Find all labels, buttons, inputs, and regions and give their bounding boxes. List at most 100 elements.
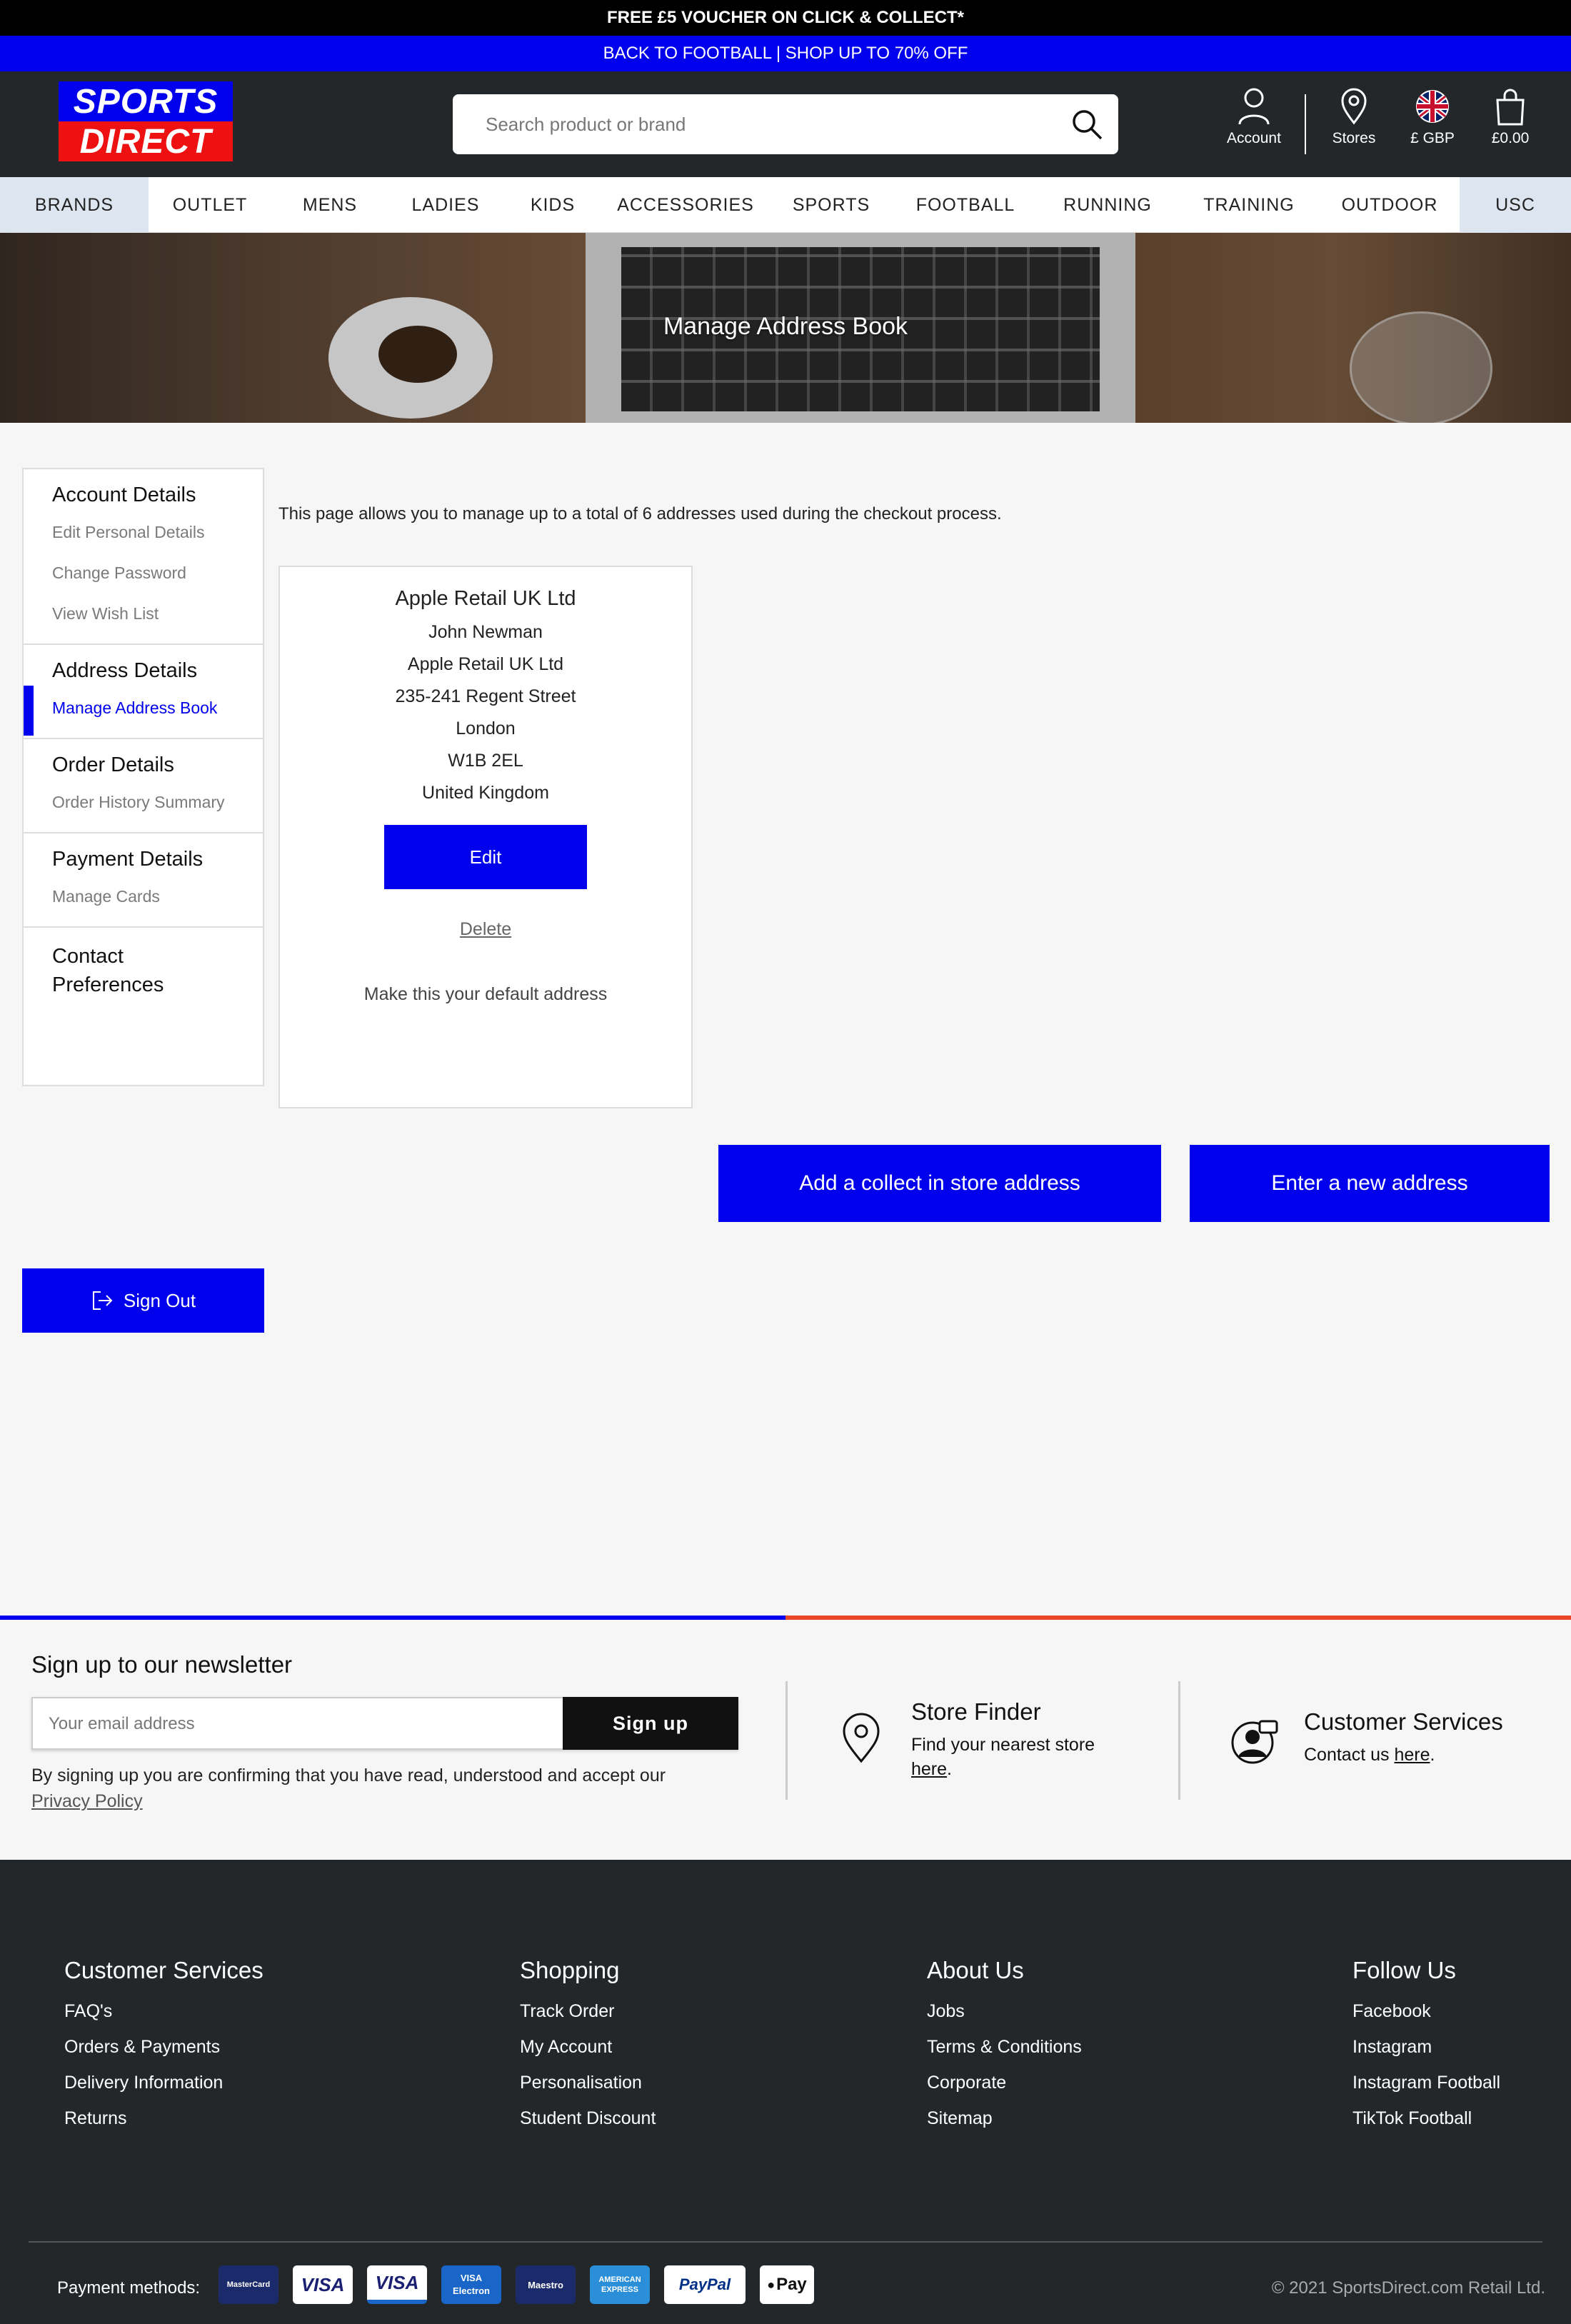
nav-kids[interactable]: KIDS [503, 177, 603, 233]
footer-link[interactable]: Facebook [1352, 2001, 1500, 2022]
visa-icon: VISA [293, 2265, 353, 2304]
card-label: VISA Electron [452, 2273, 490, 2296]
card-label: VISA [301, 2273, 345, 2295]
nav-ladies[interactable]: LADIES [388, 177, 503, 233]
footer-link[interactable]: Instagram [1352, 2037, 1500, 2058]
main-navigation: BRANDS OUTLET MENS LADIES KIDS ACCESSORI… [0, 177, 1571, 233]
search-icon[interactable] [1070, 107, 1104, 141]
currency-button[interactable]: £ GBP [1402, 87, 1462, 147]
site-header: SPORTS DIRECT Account Stores £ GBP £0.00 [0, 71, 1571, 177]
visa-debit-icon: VISA [367, 2265, 427, 2304]
contact-us-link[interactable]: here [1394, 1745, 1430, 1765]
sidebar-heading: Account Details [52, 484, 196, 506]
customer-services: Customer Services Contact us here. [1304, 1708, 1503, 1767]
nav-training[interactable]: TRAINING [1178, 177, 1320, 233]
sidebar-item-manage-address[interactable]: Manage Address Book [24, 686, 263, 736]
address-card: Apple Retail UK Ltd John Newman Apple Re… [278, 566, 693, 1108]
promo-banner-football[interactable]: BACK TO FOOTBALL | SHOP UP TO 70% OFF [0, 36, 1571, 71]
sidebar-item-edit-personal[interactable]: Edit Personal Details [52, 523, 263, 542]
newsletter-signup-button[interactable]: Sign up [563, 1697, 738, 1750]
footer-link[interactable]: Personalisation [520, 2073, 656, 2093]
newsletter-email-input[interactable] [49, 1710, 548, 1738]
sidebar-contact-preferences[interactable]: Contact Preferences [24, 928, 263, 1085]
store-finder-link[interactable]: here [911, 1759, 947, 1779]
footer-link[interactable]: FAQ's [64, 2001, 263, 2022]
delete-address-link[interactable]: Delete [280, 919, 691, 940]
store-finder-text: Find your nearest store [911, 1735, 1095, 1755]
promo-banner-voucher[interactable]: FREE £5 VOUCHER ON CLICK & COLLECT* [0, 0, 1571, 36]
footer-link[interactable]: Returns [64, 2108, 263, 2129]
currency-label: £ GBP [1410, 130, 1455, 146]
footer-link[interactable]: Jobs [927, 2001, 1082, 2022]
newsletter-divider [1178, 1681, 1180, 1800]
promo-text: BACK TO FOOTBALL | SHOP UP TO 70% OFF [603, 44, 968, 63]
newsletter-disclaimer: By signing up you are confirming that yo… [31, 1763, 731, 1814]
footer-heading: Follow Us [1352, 1957, 1456, 1983]
edit-address-button[interactable]: Edit [384, 825, 587, 889]
sports-direct-logo[interactable]: SPORTS DIRECT [59, 81, 233, 161]
footer-link[interactable]: Delivery Information [64, 2073, 263, 2093]
search-box [453, 94, 1118, 154]
account-button[interactable]: Account [1220, 87, 1288, 147]
footer-link[interactable]: Track Order [520, 2001, 656, 2022]
address-book-intro: This page allows you to manage up to a t… [278, 504, 1002, 524]
footer-link[interactable]: Corporate [927, 2073, 1082, 2093]
store-finder-subtitle: Find your nearest store here. [911, 1735, 1095, 1779]
nav-running[interactable]: RUNNING [1037, 177, 1178, 233]
nav-mens[interactable]: MENS [271, 177, 388, 233]
newsletter-divider [786, 1681, 788, 1800]
page-hero: Manage Address Book [0, 233, 1571, 423]
sidebar-item-wishlist[interactable]: View Wish List [52, 604, 263, 623]
sign-out-button[interactable]: Sign Out [22, 1268, 264, 1333]
account-sidebar: Account Details Edit Personal Details Ch… [22, 468, 264, 1086]
make-default-link[interactable]: Make this your default address [280, 984, 691, 1005]
enter-new-address-button[interactable]: Enter a new address [1190, 1145, 1550, 1222]
card-label: Maestro [528, 2279, 563, 2290]
sidebar-item-change-password[interactable]: Change Password [52, 564, 263, 583]
nav-usc[interactable]: USC [1460, 177, 1571, 233]
logo-bottom: DIRECT [59, 121, 233, 161]
page-title: Manage Address Book [663, 313, 908, 340]
stores-button[interactable]: Stores [1324, 87, 1384, 147]
header-divider [1305, 94, 1306, 154]
user-icon [1238, 88, 1270, 125]
paypal-icon: PayPal [664, 2265, 746, 2304]
card-label: PayPal [678, 2275, 731, 2293]
sign-out-icon [92, 1291, 113, 1310]
nav-sports[interactable]: SPORTS [768, 177, 894, 233]
footer-link[interactable]: Student Discount [520, 2108, 656, 2129]
footer-link[interactable]: My Account [520, 2037, 656, 2058]
sidebar-item-manage-cards[interactable]: Manage Cards [52, 887, 263, 906]
basket-button[interactable]: £0.00 [1480, 87, 1541, 147]
privacy-policy-link[interactable]: Privacy Policy [31, 1791, 143, 1811]
sidebar-item-order-history[interactable]: Order History Summary [52, 793, 263, 812]
sidebar-account-details: Account Details Edit Personal Details Ch… [24, 469, 263, 645]
visa-electron-icon: VISA Electron [441, 2265, 501, 2304]
nav-accessories[interactable]: ACCESSORIES [603, 177, 768, 233]
nav-outlet[interactable]: OUTLET [149, 177, 271, 233]
nav-brands[interactable]: BRANDS [0, 177, 149, 233]
footer-divider [29, 2241, 1542, 2243]
footer-link[interactable]: Terms & Conditions [927, 2037, 1082, 2058]
payment-methods-label: Payment methods: [57, 2278, 201, 2298]
card-label: MasterCard [226, 2280, 271, 2289]
sidebar-heading: Contact Preferences [52, 945, 164, 996]
footer-link[interactable]: Instagram Football [1352, 2073, 1500, 2093]
card-label: AMERICAN EXPRESS [598, 2275, 641, 2294]
nav-football[interactable]: FOOTBALL [894, 177, 1037, 233]
customer-services-icon [1231, 1720, 1278, 1764]
contact-us-text: Contact us [1304, 1745, 1390, 1765]
account-label: Account [1227, 130, 1281, 146]
add-collect-in-store-button[interactable]: Add a collect in store address [718, 1145, 1161, 1222]
footer-link[interactable]: Sitemap [927, 2108, 1082, 2129]
nav-outdoor[interactable]: OUTDOOR [1320, 177, 1460, 233]
footer-heading: About Us [927, 1957, 1024, 1983]
stores-label: Stores [1332, 130, 1376, 146]
address-city: London [456, 718, 516, 738]
newsletter-title: Sign up to our newsletter [31, 1651, 293, 1678]
search-input[interactable] [486, 113, 1043, 136]
footer-link[interactable]: Orders & Payments [64, 2037, 263, 2058]
newsletter-form: Sign up [31, 1697, 738, 1750]
maestro-icon: Maestro [516, 2265, 576, 2304]
footer-link[interactable]: TikTok Football [1352, 2108, 1500, 2129]
